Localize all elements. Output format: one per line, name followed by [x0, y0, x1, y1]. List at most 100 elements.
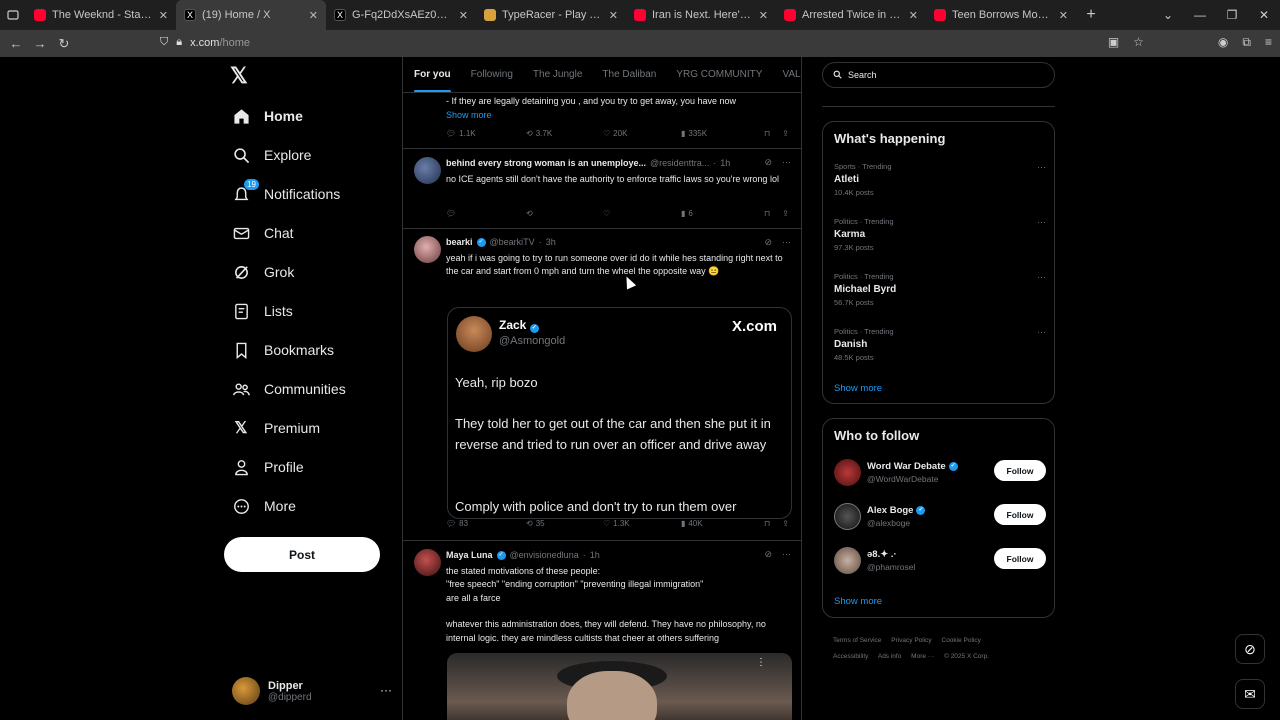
more-dots-icon[interactable]: ··· — [380, 683, 392, 697]
reply-button[interactable]: 💬︎ 83 — [446, 519, 526, 528]
nav-profile[interactable]: Profile — [232, 455, 304, 479]
close-window-icon[interactable]: ✕ — [1248, 8, 1280, 22]
avatar[interactable] — [414, 236, 441, 263]
show-more-link[interactable]: Show more — [446, 109, 791, 123]
tab-for-you[interactable]: For you — [414, 69, 451, 92]
follow-button[interactable]: Follow — [994, 460, 1046, 481]
shield-icon[interactable]: ⛉ — [160, 36, 168, 49]
views-button[interactable]: ▮ 6 — [681, 209, 764, 218]
lock-icon[interactable]: 🔒︎ — [176, 36, 182, 49]
tab-list-chevron-icon[interactable]: ⌄ — [1152, 8, 1184, 22]
browser-tab[interactable]: Arrested Twice in One Day. - Yo✕ — [776, 0, 926, 30]
more-dots-icon[interactable]: ··· — [782, 549, 791, 560]
browser-tab[interactable]: Teen Borrows Mom's Car & Run✕ — [926, 0, 1076, 30]
more-dots-icon[interactable]: ··· — [1037, 217, 1046, 227]
nav-premium[interactable]: 𝕏 Premium — [232, 416, 320, 440]
post-button[interactable]: Post — [224, 537, 380, 572]
account-switcher[interactable]: Dipper @dipperd ··· — [232, 677, 392, 705]
nav-bookmarks[interactable]: Bookmarks — [232, 338, 334, 362]
menu-icon[interactable]: ≡ — [1265, 35, 1272, 50]
post[interactable]: behind every strong woman is an unemploy… — [403, 149, 801, 229]
tab-the-daliban[interactable]: The Daliban — [602, 69, 656, 80]
like-button[interactable]: ♡ 1.3K — [603, 519, 681, 528]
share-icon[interactable]: ⇪ — [782, 519, 789, 528]
close-tab-icon[interactable]: ✕ — [459, 9, 468, 22]
nav-notifications[interactable]: 19 Notifications — [232, 179, 340, 206]
video-menu-icon[interactable]: ⋮ — [756, 657, 766, 668]
close-tab-icon[interactable]: ✕ — [909, 9, 918, 22]
follow-suggestion[interactable]: Word War Debate ✓ @WordWarDebate Follow — [834, 457, 1046, 487]
like-button[interactable]: ♡ — [603, 209, 681, 218]
close-tab-icon[interactable]: ✕ — [309, 9, 318, 22]
tab-yrg-community[interactable]: YRG COMMUNITY — [676, 69, 762, 80]
close-tab-icon[interactable]: ✕ — [1059, 9, 1068, 22]
nav-grok[interactable]: Grok — [232, 260, 294, 284]
forward-icon[interactable]: → — [28, 36, 52, 51]
extensions-icon[interactable]: ⧉ — [1242, 35, 1251, 50]
repost-button[interactable]: ⟲ — [526, 209, 603, 218]
video-player[interactable]: ⋮ — [447, 653, 792, 720]
grok-float-button[interactable]: ⊘ — [1235, 634, 1265, 664]
nav-more[interactable]: More — [232, 494, 296, 518]
close-tab-icon[interactable]: ✕ — [759, 9, 768, 22]
views-button[interactable]: ▮ 40K — [681, 519, 764, 528]
avatar[interactable] — [414, 157, 441, 184]
reply-button[interactable]: 💬︎ — [446, 209, 526, 218]
browser-tab[interactable]: The Weeknd - Starboy ft. Daft P✕ — [26, 0, 176, 30]
reader-view-icon[interactable]: ▣ — [1108, 35, 1119, 50]
repost-button[interactable]: ⟲ 3.7K — [526, 129, 603, 138]
views-button[interactable]: ▮ 335K — [681, 129, 764, 138]
new-tab-icon[interactable]: + — [1076, 6, 1106, 24]
more-dots-icon[interactable]: ··· — [1037, 327, 1046, 337]
search-input[interactable]: Search — [822, 62, 1055, 88]
share-icon[interactable]: ⇪ — [782, 209, 789, 218]
follow-button[interactable]: Follow — [994, 548, 1046, 569]
share-icon[interactable]: ⇪ — [782, 129, 789, 138]
trend-item[interactable]: Politics · Trending Danish 48.5K posts ·… — [834, 327, 1046, 362]
trend-item[interactable]: Politics · Trending Michael Byrd 56.7K p… — [834, 272, 1046, 307]
post[interactable]: Maya Luna ✓ @envisionedluna · 1h the sta… — [403, 541, 801, 720]
embedded-image[interactable]: Zack ✓ @Asmongold X.com Yeah, rip bozo T… — [447, 307, 792, 519]
nav-home[interactable]: Home — [232, 104, 303, 128]
nav-communities[interactable]: Communities — [232, 377, 346, 401]
tab-following[interactable]: Following — [471, 69, 513, 80]
trend-item[interactable]: Politics · Trending Karma 97.3K posts ··… — [834, 217, 1046, 252]
more-dots-icon[interactable]: ··· — [1037, 272, 1046, 282]
bookmark-star-icon[interactable]: ☆ — [1133, 35, 1144, 50]
x-logo-icon[interactable]: 𝕏 — [230, 63, 248, 89]
browser-tab[interactable]: Iran is Next. Here's Why. - YouT✕ — [626, 0, 776, 30]
nav-lists[interactable]: Lists — [232, 299, 293, 323]
more-dots-icon[interactable]: ··· — [782, 157, 791, 168]
bookmark-icon[interactable]: ⊓ — [764, 129, 770, 138]
follow-suggestion[interactable]: ə8.✦ .· @phamrosel Follow — [834, 545, 1046, 575]
close-tab-icon[interactable]: ✕ — [609, 9, 618, 22]
more-dots-icon[interactable]: ··· — [1037, 162, 1046, 172]
reply-button[interactable]: 💬︎ 1.1K — [446, 129, 526, 138]
tab-valo[interactable]: VALO — [782, 69, 801, 80]
like-button[interactable]: ♡ 20K — [603, 129, 681, 138]
avatar[interactable] — [414, 549, 441, 576]
nav-explore[interactable]: Explore — [232, 143, 311, 167]
repost-button[interactable]: ⟲ 35 — [526, 519, 603, 528]
browser-tab-active[interactable]: X (19) Home / X ✕ — [176, 0, 326, 30]
follow-button[interactable]: Follow — [994, 504, 1046, 525]
browser-tab[interactable]: TypeRacer - Play Typing Games✕ — [476, 0, 626, 30]
follow-suggestion[interactable]: Alex Boge ✓ @alexboge Follow — [834, 501, 1046, 531]
reload-icon[interactable]: ↻ — [52, 36, 76, 52]
nav-chat[interactable]: Chat — [232, 221, 294, 245]
more-dots-icon[interactable]: ··· — [782, 237, 791, 248]
tab-overview-icon[interactable] — [0, 0, 26, 30]
messages-float-button[interactable]: ✉ — [1235, 679, 1265, 709]
back-icon[interactable]: ← — [4, 36, 28, 51]
post[interactable]: bearki ✓ @bearkiTV · 3h yeah if i was go… — [403, 229, 801, 541]
maximize-icon[interactable]: ❐ — [1216, 8, 1248, 22]
post[interactable]: - If they are legally detaining you , an… — [403, 93, 801, 149]
account-icon[interactable]: ◉ — [1218, 35, 1228, 50]
url-field[interactable]: ⛉ 🔒︎ x.com/home — [160, 36, 250, 49]
close-tab-icon[interactable]: ✕ — [159, 9, 168, 22]
bookmark-icon[interactable]: ⊓ — [764, 519, 770, 528]
minimize-icon[interactable]: — — [1184, 8, 1216, 22]
grok-icon[interactable]: ⊘ — [764, 237, 772, 248]
browser-tab[interactable]: XG-Fq2DdXsAEz0w- (PNG Image✕ — [326, 0, 476, 30]
show-more-link[interactable]: Show more — [834, 596, 882, 607]
